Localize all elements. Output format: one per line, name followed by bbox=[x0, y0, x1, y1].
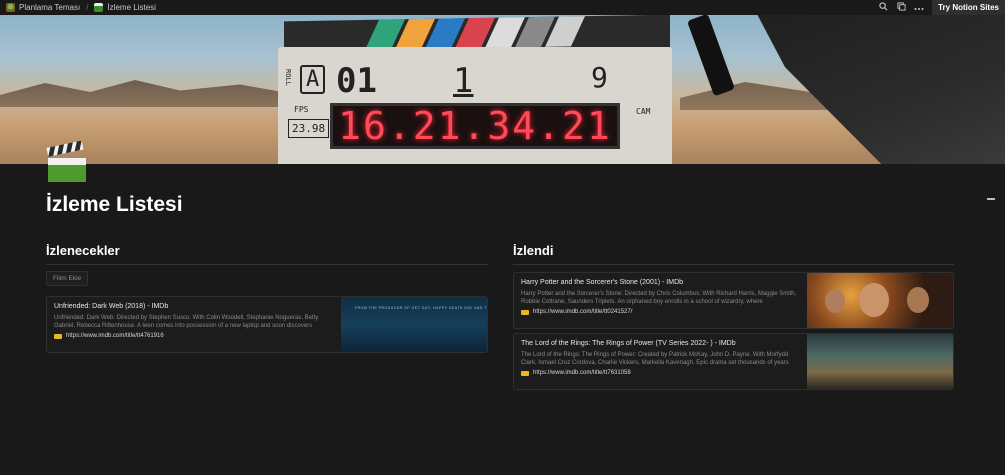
top-bar: Planlama Teması / İzleme Listesi Try Not… bbox=[0, 0, 1005, 15]
bookmark-title: Unfriended: Dark Web (2018) - IMDb bbox=[54, 303, 169, 310]
duplicate-icon[interactable] bbox=[896, 2, 906, 13]
bookmark-title: Harry Potter and the Sorcerer's Stone (2… bbox=[521, 279, 684, 286]
imdb-favicon-icon bbox=[54, 333, 62, 339]
bookmark-card[interactable]: The Lord of the Rings: The Rings of Powe… bbox=[513, 333, 954, 390]
board-roll-label: ROLL bbox=[284, 69, 292, 86]
clapperboard-icon bbox=[94, 3, 104, 12]
breadcrumb-item-izleme[interactable]: İzleme Listesi bbox=[94, 3, 156, 12]
poster-face bbox=[859, 283, 889, 317]
board-fps-label: FPS bbox=[294, 105, 309, 114]
imdb-favicon-icon bbox=[521, 309, 529, 315]
bookmark-title: The Lord of the Rings: The Rings of Powe… bbox=[521, 340, 736, 347]
search-icon[interactable] bbox=[878, 2, 888, 13]
board-scene: 01 bbox=[336, 61, 377, 101]
bookmark-url: https://www.imdb.com/title/tt4761916 bbox=[66, 333, 164, 339]
board-roll: A bbox=[300, 65, 326, 94]
thumbnail-caption: FROM THE PRODUCER OF GET OUT, HAPPY DEAT… bbox=[355, 306, 488, 310]
page-title[interactable]: İzleme Listesi bbox=[46, 193, 183, 217]
imdb-favicon-icon bbox=[521, 370, 529, 376]
breadcrumb-label: İzleme Listesi bbox=[107, 3, 156, 12]
breadcrumb-separator: / bbox=[86, 3, 89, 12]
bookmark-card[interactable]: Harry Potter and the Sorcerer's Stone (2… bbox=[513, 272, 954, 329]
bookmark-url: https://www.imdb.com/title/tt7631058 bbox=[533, 370, 631, 376]
cover-mountains-left bbox=[0, 80, 300, 107]
column-izlenecekler: İzlenecekler Filim Ekle Unfriended: Dark… bbox=[46, 243, 488, 353]
column-izlendi: İzlendi Harry Potter and the Sorcerer's … bbox=[513, 243, 954, 390]
bookmark-description: The Lord of the Rings: The Rings of Powe… bbox=[521, 352, 789, 366]
collapse-icon[interactable] bbox=[987, 198, 995, 200]
clapperboard-icon[interactable] bbox=[46, 140, 88, 183]
bookmark-thumbnail bbox=[807, 273, 953, 328]
add-film-button[interactable]: Filim Ekle bbox=[46, 271, 89, 286]
timecode-display: 16.21.34.21 bbox=[330, 103, 620, 149]
column-heading[interactable]: İzlendi bbox=[513, 243, 954, 265]
board-fps-value: 23.98 bbox=[288, 119, 330, 138]
breadcrumb-item-planlama[interactable]: Planlama Teması bbox=[6, 3, 80, 12]
plant-icon bbox=[6, 3, 15, 12]
poster-face bbox=[825, 289, 845, 313]
bookmark-description: Unfriended: Dark Web: Directed by Stephe… bbox=[54, 315, 319, 329]
breadcrumb-label: Planlama Teması bbox=[19, 3, 81, 12]
cover-image[interactable]: ROLL A 01 1 9 FPS 23.98 CAM 16.21.34.21 bbox=[0, 15, 1005, 164]
bookmark-url: https://www.imdb.com/title/tt0241527/ bbox=[533, 309, 633, 315]
cover-marker bbox=[686, 15, 736, 97]
bookmark-description: Harry Potter and the Sorcerer's Stone: D… bbox=[521, 291, 797, 305]
more-icon[interactable] bbox=[914, 3, 924, 13]
column-heading[interactable]: İzlenecekler bbox=[46, 243, 488, 265]
bookmark-card[interactable]: Unfriended: Dark Web (2018) - IMDb Unfri… bbox=[46, 296, 488, 353]
poster-face bbox=[907, 287, 929, 313]
board-take-num: 1 bbox=[453, 61, 474, 101]
board-take: 9 bbox=[591, 61, 608, 94]
try-notion-sites-button[interactable]: Try Notion Sites bbox=[932, 0, 1005, 15]
board-cam-label: CAM bbox=[636, 107, 651, 116]
bookmark-thumbnail bbox=[807, 334, 953, 389]
bookmark-thumbnail: FROM THE PRODUCER OF GET OUT, HAPPY DEAT… bbox=[341, 297, 487, 352]
